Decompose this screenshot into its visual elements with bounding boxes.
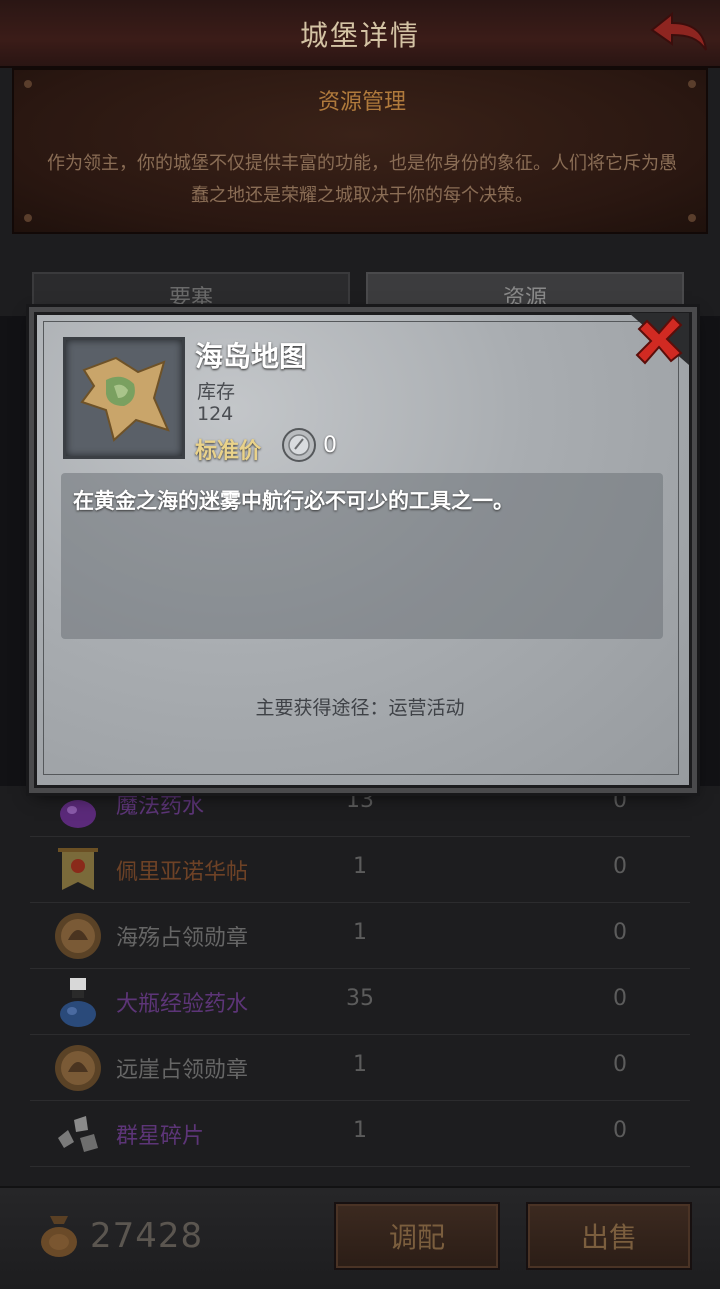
resource-name: 魔法药水 — [116, 794, 205, 819]
resource-sold: 0 — [613, 920, 627, 945]
bolt-icon — [24, 214, 32, 222]
resource-stock: 1 — [353, 1052, 367, 1077]
resource-sold: 0 — [613, 986, 627, 1011]
acquisition-source: 主要获得途径：运营活动 — [255, 697, 465, 719]
info-heading: 资源管理 — [317, 90, 406, 115]
resource-sold: 0 — [613, 1118, 627, 1143]
close-icon — [629, 313, 689, 365]
medal-icon — [55, 913, 101, 959]
list-item[interactable]: 佩里亚诺华帖 1 0 — [30, 836, 690, 903]
banner-icon — [58, 848, 98, 890]
star-shards-icon — [58, 1116, 98, 1152]
item-description: 在黄金之海的迷雾中航行必不可少的工具之一。 — [73, 489, 514, 513]
list-item[interactable]: 海殇占领勋章 1 0 — [30, 902, 690, 969]
resource-stock: 1 — [353, 920, 367, 945]
resource-stock: 1 — [353, 854, 367, 879]
back-arrow-icon — [650, 11, 707, 51]
tab-strip: 要塞 资源 — [32, 272, 684, 316]
sell-button[interactable]: 出售 — [526, 1202, 692, 1270]
info-description: 作为领主，你的城堡不仅提供丰富的功能，也是你身份的象征。人们将它斥为愚蠢之地还是… — [47, 153, 677, 206]
exp-potion-icon — [60, 978, 96, 1027]
silver-coin-icon — [282, 428, 316, 462]
back-button[interactable] — [648, 10, 710, 54]
item-detail-modal: 海岛地图 库存 124 标准价 0 在黄金之海的迷雾中航行必不可少的工具之一。 … — [34, 312, 692, 788]
stock-label: 库存 — [197, 381, 236, 403]
resource-stock: 35 — [346, 986, 374, 1011]
stock-value: 124 — [197, 403, 234, 425]
adjust-button[interactable]: 调配 — [334, 1202, 500, 1270]
island-map-icon — [80, 356, 170, 442]
resource-list: 魔法药水 13 0 佩里亚诺华帖 1 0 海殇占领勋章 1 0 大瓶经验药水 3… — [30, 770, 690, 1190]
resource-sold: 0 — [613, 854, 627, 879]
resource-name: 海殇占领勋章 — [116, 926, 249, 951]
list-item[interactable]: 远崖占领勋章 1 0 — [30, 1034, 690, 1101]
resource-name: 远崖占领勋章 — [116, 1058, 249, 1083]
resource-stock: 1 — [353, 1118, 367, 1143]
medal-icon — [55, 1045, 101, 1091]
description-box: 在黄金之海的迷雾中航行必不可少的工具之一。 — [61, 473, 663, 639]
resource-name: 佩里亚诺华帖 — [116, 860, 249, 885]
close-button[interactable] — [623, 309, 695, 373]
resource-sold: 0 — [613, 788, 627, 813]
bolt-icon — [688, 214, 696, 222]
resource-name: 群星碎片 — [116, 1124, 205, 1149]
resource-stock: 13 — [346, 788, 374, 813]
tab-fortress[interactable]: 要塞 — [32, 272, 350, 316]
list-item[interactable]: 群星碎片 1 0 — [30, 1100, 690, 1167]
item-icon-frame — [63, 337, 185, 459]
list-item[interactable]: 大瓶经验药水 35 0 — [30, 968, 690, 1035]
price-label: 标准价 — [195, 439, 262, 464]
item-name: 海岛地图 — [195, 340, 308, 373]
price-value: 0 — [323, 433, 337, 458]
info-panel: 资源管理 作为领主，你的城堡不仅提供丰富的功能，也是你身份的象征。人们将它斥为愚… — [12, 68, 708, 234]
gold-bag-icon — [41, 1216, 77, 1257]
resource-sold: 0 — [613, 1052, 627, 1077]
page-title: 城堡详情 — [299, 19, 420, 52]
gold-amount: 27428 — [90, 1216, 204, 1256]
resource-name: 大瓶经验药水 — [116, 992, 249, 1017]
